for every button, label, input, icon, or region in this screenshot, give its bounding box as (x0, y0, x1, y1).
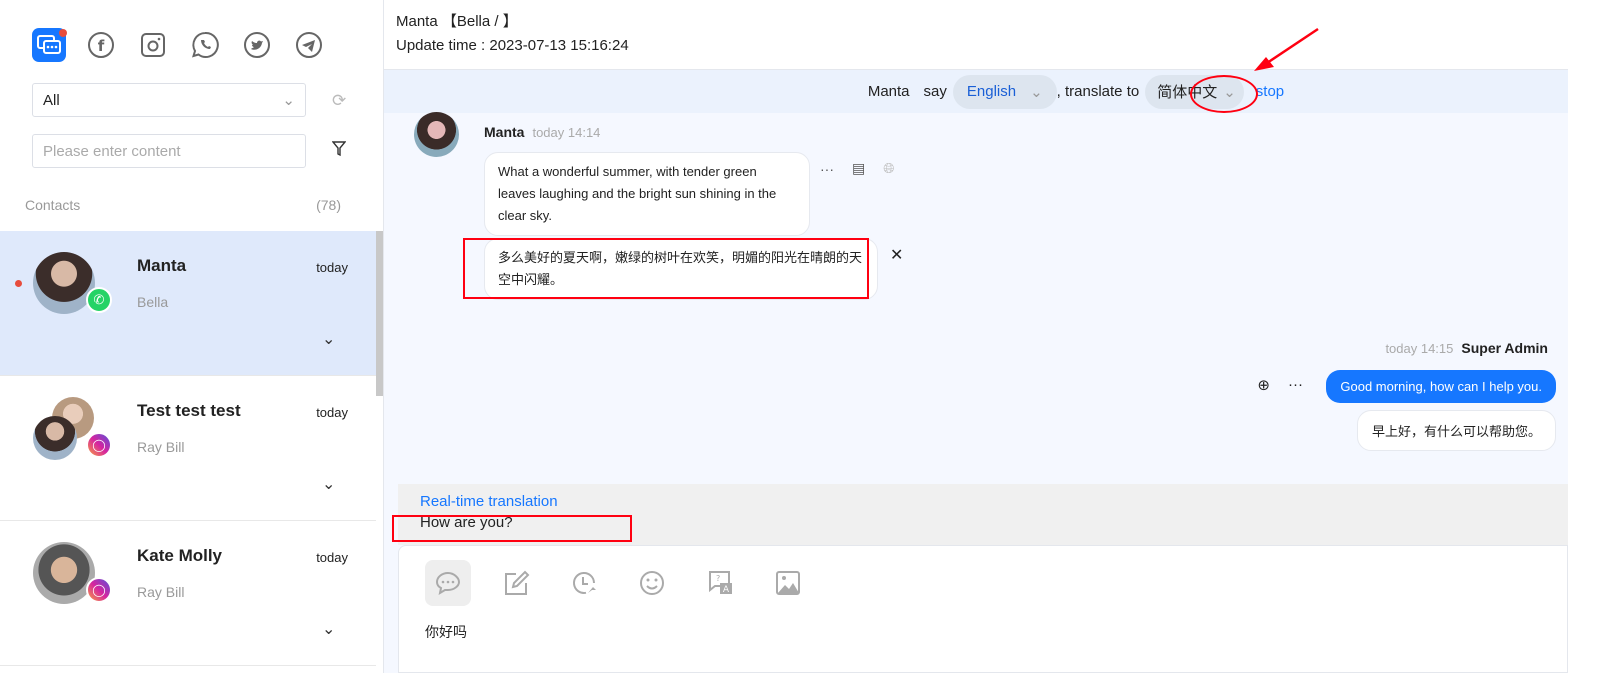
contact-item[interactable]: ◯ Test test test Ray Bill today ⌄ (0, 376, 376, 521)
contact-name: Kate Molly (137, 546, 223, 565)
close-icon[interactable]: ✕ (890, 245, 903, 265)
annotation-arrow (1254, 27, 1319, 71)
translate-to-label: , translate to (1056, 83, 1140, 100)
avatar (33, 542, 95, 604)
source-language-select[interactable]: English ⌄ (952, 74, 1057, 109)
document-icon[interactable]: ▤ (852, 160, 865, 177)
twitter-icon[interactable] (240, 28, 274, 62)
scrollbar[interactable] (376, 231, 383, 396)
whatsapp-icon[interactable] (188, 28, 222, 62)
outgoing-translation: 早上好，有什么可以帮助您。 (1356, 410, 1556, 451)
chevron-down-icon: ⌄ (1030, 83, 1043, 101)
add-circle-icon[interactable]: ⊕ (1257, 376, 1270, 394)
chevron-down-icon[interactable]: ⌄ (322, 329, 335, 349)
realtime-translation-label: Real-time translation (420, 493, 558, 510)
svg-text:f: f (98, 37, 105, 55)
message-sender: Manta today 14:14 (484, 124, 601, 140)
chevron-down-icon[interactable]: ⌄ (322, 619, 335, 639)
image-icon[interactable] (765, 560, 811, 606)
message-bubble: What a wonderful summer, with tender gre… (484, 152, 810, 236)
avatar (33, 252, 95, 314)
instagram-icon: ◯ (86, 432, 112, 458)
update-time: Update time : 2023-07-13 15:16:24 (396, 37, 629, 54)
contact-time: today (316, 405, 348, 420)
filter-select-value: All (43, 91, 60, 109)
refresh-icon[interactable]: ⟳ (332, 91, 346, 111)
filter-select[interactable]: All ⌄ (32, 83, 306, 117)
outgoing-bubble: Good morning, how can I help you. (1326, 370, 1556, 403)
edit-icon[interactable] (493, 560, 539, 606)
telegram-icon[interactable] (292, 28, 326, 62)
message-time: today 14:14 (532, 125, 601, 140)
contact-name: Test test test (137, 401, 241, 420)
contacts-count: (78) (316, 197, 341, 213)
chat-title: Manta 【Bella / 】 (396, 13, 518, 30)
realtime-translation-text: How are you? (420, 514, 513, 531)
message-sender: Super Admin (1461, 340, 1548, 356)
contacts-label: Contacts (25, 197, 81, 213)
contact-time: today (316, 550, 348, 565)
translate-icon[interactable]: A? (697, 560, 743, 606)
chevron-down-icon: ⌄ (282, 92, 295, 109)
stop-translation-button[interactable]: stop (1256, 83, 1284, 100)
chat-panel: Manta 【Bella / 】 Update time : 2023-07-1… (384, 0, 1568, 673)
contact-time: today (316, 260, 348, 275)
chat-header: Manta 【Bella / 】 Update time : 2023-07-1… (384, 0, 1568, 70)
contact-name: Manta (137, 256, 187, 275)
translate-bar: Manta say English ⌄ , translate to 简体中文 ⌄ … (384, 70, 1568, 113)
instagram-icon: ◯ (86, 577, 112, 603)
chevron-down-icon: ⌄ (1223, 83, 1236, 101)
schedule-icon[interactable] (561, 560, 607, 606)
more-icon[interactable]: ··· (820, 161, 834, 177)
search-input[interactable] (32, 134, 306, 168)
say-label: say (923, 83, 947, 100)
outgoing-meta: today 14:15 Super Admin (1385, 340, 1548, 356)
whatsapp-icon: ✆ (86, 287, 112, 313)
contact-item[interactable]: ✆ Manta Bella today ⌄ (0, 231, 376, 376)
source-language: English (966, 83, 1017, 100)
contact-item[interactable]: ◯ Kate Molly Ray Bill today ⌄ (0, 521, 376, 666)
facebook-icon[interactable]: f (84, 28, 118, 62)
unread-dot (15, 280, 22, 287)
globe-icon[interactable]: 🌐︎ (883, 160, 894, 177)
realtime-translation-box: Real-time translation How are you? (398, 484, 1568, 545)
target-language-select[interactable]: 简体中文 ⌄ (1145, 74, 1244, 109)
contact-sub: Bella (137, 294, 169, 310)
svg-text:?: ? (716, 574, 720, 583)
channel-tabs: f (32, 28, 326, 62)
sidebar: f All ⌄ ⟳ Contacts (78) ✆ Manta Bella toda… (0, 0, 384, 673)
emoji-icon[interactable] (629, 560, 675, 606)
message-input-text[interactable]: 你好吗 (425, 622, 467, 642)
contact-sub: Ray Bill (137, 584, 185, 600)
quick-reply-icon[interactable] (425, 560, 471, 606)
avatar (33, 416, 77, 460)
chevron-down-icon[interactable]: ⌄ (322, 474, 335, 494)
message-time: today 14:15 (1385, 341, 1454, 356)
speaker-name: Manta (867, 83, 910, 100)
translation-bubble: 多么美好的夏天啊，嫩绿的树叶在欢笑，明媚的阳光在晴朗的天空中闪耀。 (484, 238, 878, 300)
chat-icon[interactable] (32, 28, 67, 62)
instagram-icon[interactable] (136, 28, 170, 62)
message-editor[interactable]: A? 你好吗 (398, 545, 1568, 673)
avatar (414, 112, 459, 157)
contact-sub: Ray Bill (137, 439, 185, 455)
contacts-header: Contacts (78) (25, 197, 341, 213)
filter-icon[interactable] (331, 141, 347, 162)
target-language: 简体中文 (1157, 84, 1218, 101)
contact-list: ✆ Manta Bella today ⌄ ◯ Test test test R… (0, 231, 376, 666)
more-icon[interactable]: ··· (1288, 376, 1303, 394)
svg-text:A: A (723, 585, 730, 595)
